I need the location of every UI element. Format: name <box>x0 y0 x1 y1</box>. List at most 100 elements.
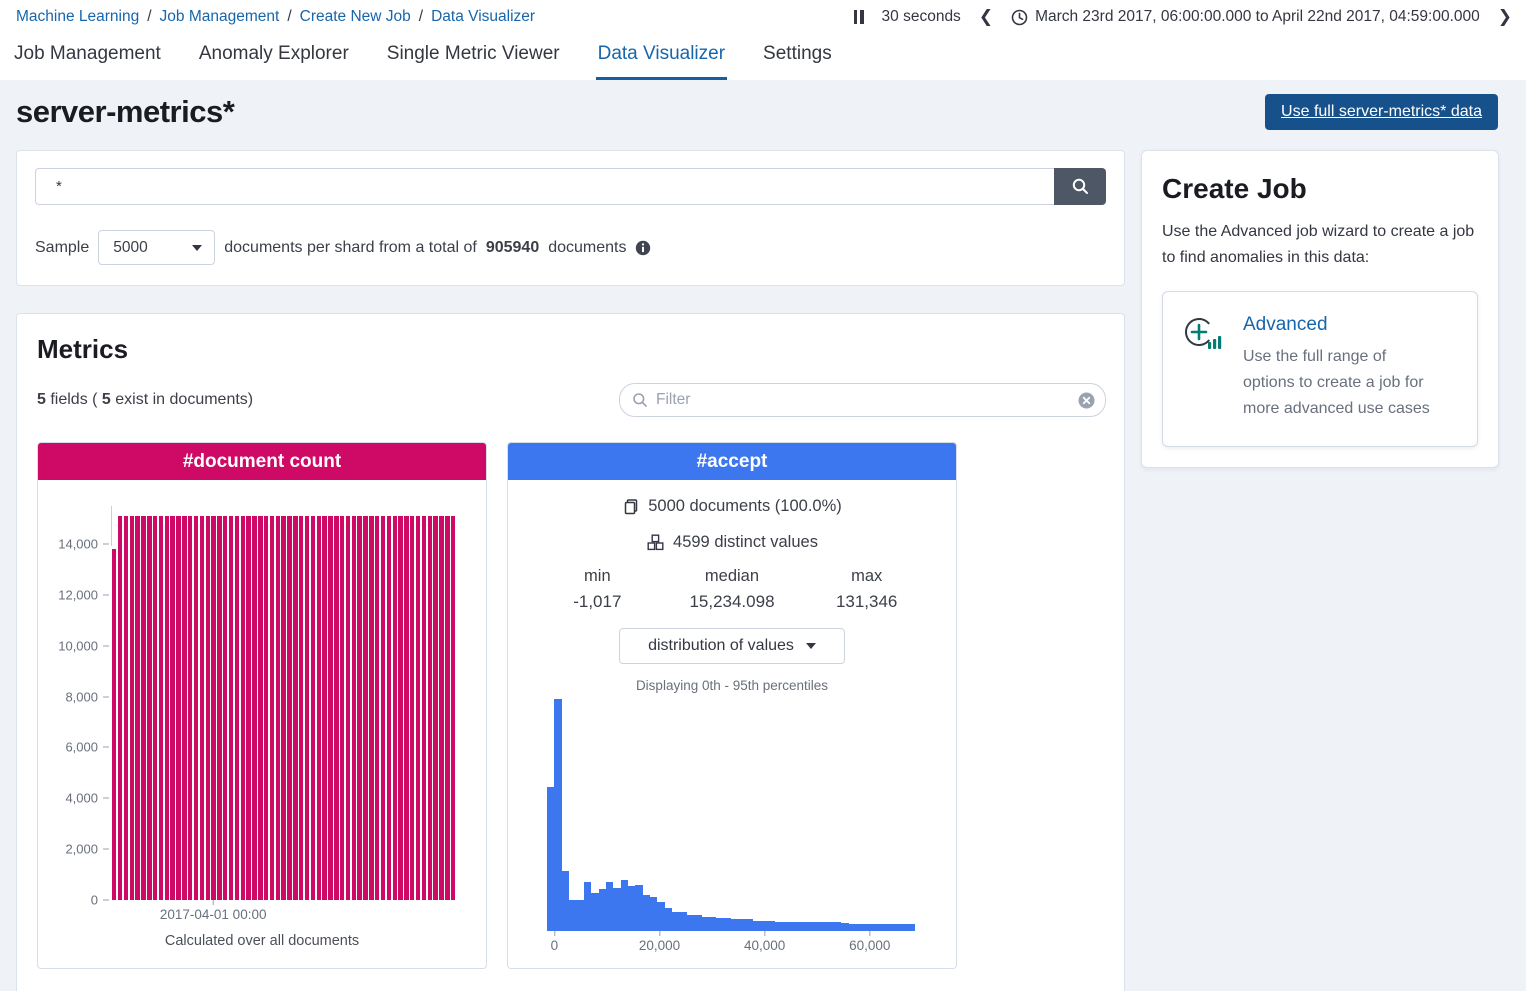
distinct-values-text: 4599 distinct values <box>673 533 818 552</box>
histogram-bar <box>621 880 628 931</box>
histogram-bar <box>613 888 620 931</box>
tab-single-metric-viewer[interactable]: Single Metric Viewer <box>385 43 562 80</box>
tab-anomaly-explorer[interactable]: Anomaly Explorer <box>197 43 351 80</box>
doc-count-bar <box>363 516 367 900</box>
histogram-bar <box>576 900 583 931</box>
tab-settings[interactable]: Settings <box>761 43 834 80</box>
search-panel: Sample 5000 documents per shard from a t… <box>16 150 1125 286</box>
document-count-chart: 02,0004,0006,0008,00010,00012,00014,000 … <box>112 506 455 900</box>
histogram-bar <box>746 919 753 931</box>
histogram-bar <box>599 889 606 931</box>
sample-size-value: 5000 <box>113 239 147 257</box>
advanced-job-card[interactable]: Advanced Use the full range of options t… <box>1162 291 1478 447</box>
doc-count-bar <box>317 516 321 900</box>
fields-count: 5 <box>37 391 46 408</box>
refresh-interval[interactable]: 30 seconds <box>882 8 961 26</box>
filter-input[interactable] <box>656 391 1070 409</box>
clear-filter-icon[interactable] <box>1078 392 1095 409</box>
y-axis-line <box>111 506 112 546</box>
doc-count-bar <box>206 516 210 900</box>
doc-count-bar <box>439 516 443 900</box>
histogram-bar <box>878 924 885 931</box>
doc-count-bar <box>422 516 426 900</box>
search-button[interactable] <box>1054 168 1106 205</box>
y-axis-tick: 0 <box>91 893 112 908</box>
doc-count-bar <box>118 516 122 900</box>
histogram-bar <box>562 871 569 931</box>
pause-icon[interactable] <box>854 10 864 24</box>
doc-count-bar <box>112 549 116 900</box>
distribution-select[interactable]: distribution of values <box>619 628 845 664</box>
doc-count-bar <box>130 516 134 900</box>
advanced-link[interactable]: Advanced <box>1243 314 1328 335</box>
doc-count-bar <box>416 516 420 900</box>
x-axis-tick-label: 2017-04-01 00:00 <box>160 907 267 922</box>
tab-job-management[interactable]: Job Management <box>12 43 163 80</box>
doc-count-bar <box>176 516 180 900</box>
sample-label: Sample <box>35 239 89 257</box>
doc-count-bar <box>211 516 215 900</box>
breadcrumb-link-data-visualizer[interactable]: Data Visualizer <box>431 8 535 26</box>
doc-count-bar <box>328 516 332 900</box>
doc-count-bar <box>147 516 151 900</box>
clock-icon <box>1011 9 1028 26</box>
doc-count-bar <box>258 516 262 900</box>
histogram-bar <box>768 921 775 931</box>
chevron-right-icon[interactable]: ❯ <box>1498 7 1512 27</box>
create-job-title: Create Job <box>1162 173 1478 205</box>
time-controls: 30 seconds ❮ March 23rd 2017, 06:00:00.0… <box>854 7 1512 27</box>
ml-tabs: Job Management Anomaly Explorer Single M… <box>0 29 1526 80</box>
y-axis-tick: 2,000 <box>65 842 112 857</box>
y-axis-tick: 12,000 <box>58 587 112 602</box>
tab-data-visualizer[interactable]: Data Visualizer <box>596 43 727 80</box>
page-title: server-metrics* <box>16 94 234 130</box>
histogram-bar <box>679 912 686 931</box>
doc-count-bar <box>287 516 291 900</box>
doc-count-bar <box>398 516 402 900</box>
histogram-bar <box>841 923 848 931</box>
doc-count-bar <box>270 516 274 900</box>
doc-count-bar <box>311 516 315 900</box>
histogram-bar <box>775 922 782 931</box>
advanced-description: Use the full range of options to create … <box>1243 344 1439 422</box>
histogram-bar <box>628 886 635 931</box>
histogram-bar <box>863 924 870 931</box>
breadcrumb-link-job-management[interactable]: Job Management <box>160 8 280 26</box>
doc-count-bar <box>170 516 174 900</box>
create-job-description: Use the Advanced job wizard to create a … <box>1162 219 1478 271</box>
use-full-data-button[interactable]: Use full server-metrics* data <box>1265 94 1498 130</box>
histogram-bar <box>834 922 841 931</box>
advanced-job-icon <box>1183 314 1225 354</box>
time-range-picker[interactable]: March 23rd 2017, 06:00:00.000 to April 2… <box>1011 8 1480 26</box>
breadcrumb-separator: / <box>147 8 151 26</box>
breadcrumb-link-machine-learning[interactable]: Machine Learning <box>16 8 139 26</box>
create-job-panel: Create Job Use the Advanced job wizard t… <box>1141 150 1499 468</box>
histogram-bar <box>569 900 576 931</box>
histogram-bar <box>606 882 613 931</box>
search-icon <box>632 392 648 408</box>
histogram-bar <box>694 915 701 931</box>
filter-field <box>619 383 1106 417</box>
metrics-panel: Metrics 5 fields ( 5 exist in documents) <box>16 313 1125 991</box>
breadcrumb-link-create-new-job[interactable]: Create New Job <box>300 8 411 26</box>
doc-count-bar <box>451 516 455 900</box>
doc-count-bar <box>276 516 280 900</box>
query-input[interactable] <box>35 168 1054 205</box>
x-axis-tick: 0 <box>551 931 559 953</box>
doc-count-bar <box>223 516 227 900</box>
documents-stat: 5000 documents (100.0%) <box>508 497 956 516</box>
sample-size-select[interactable]: 5000 <box>98 230 215 265</box>
doc-count-bar <box>200 516 204 900</box>
info-icon[interactable] <box>635 240 651 256</box>
document-count-card-header: #document count <box>38 443 486 480</box>
sample-text: documents per shard from a total of <box>224 239 477 257</box>
max-label: max <box>799 567 934 586</box>
chevron-left-icon[interactable]: ❮ <box>979 7 993 27</box>
x-axis-tick: 20,000 <box>639 931 680 953</box>
doc-count-bar <box>194 516 198 900</box>
histogram-bar <box>797 922 804 931</box>
histogram-bar <box>760 921 767 931</box>
fields-text-end: exist in documents) <box>111 391 253 408</box>
doc-count-bar <box>124 516 128 900</box>
doc-count-bar <box>445 516 449 900</box>
